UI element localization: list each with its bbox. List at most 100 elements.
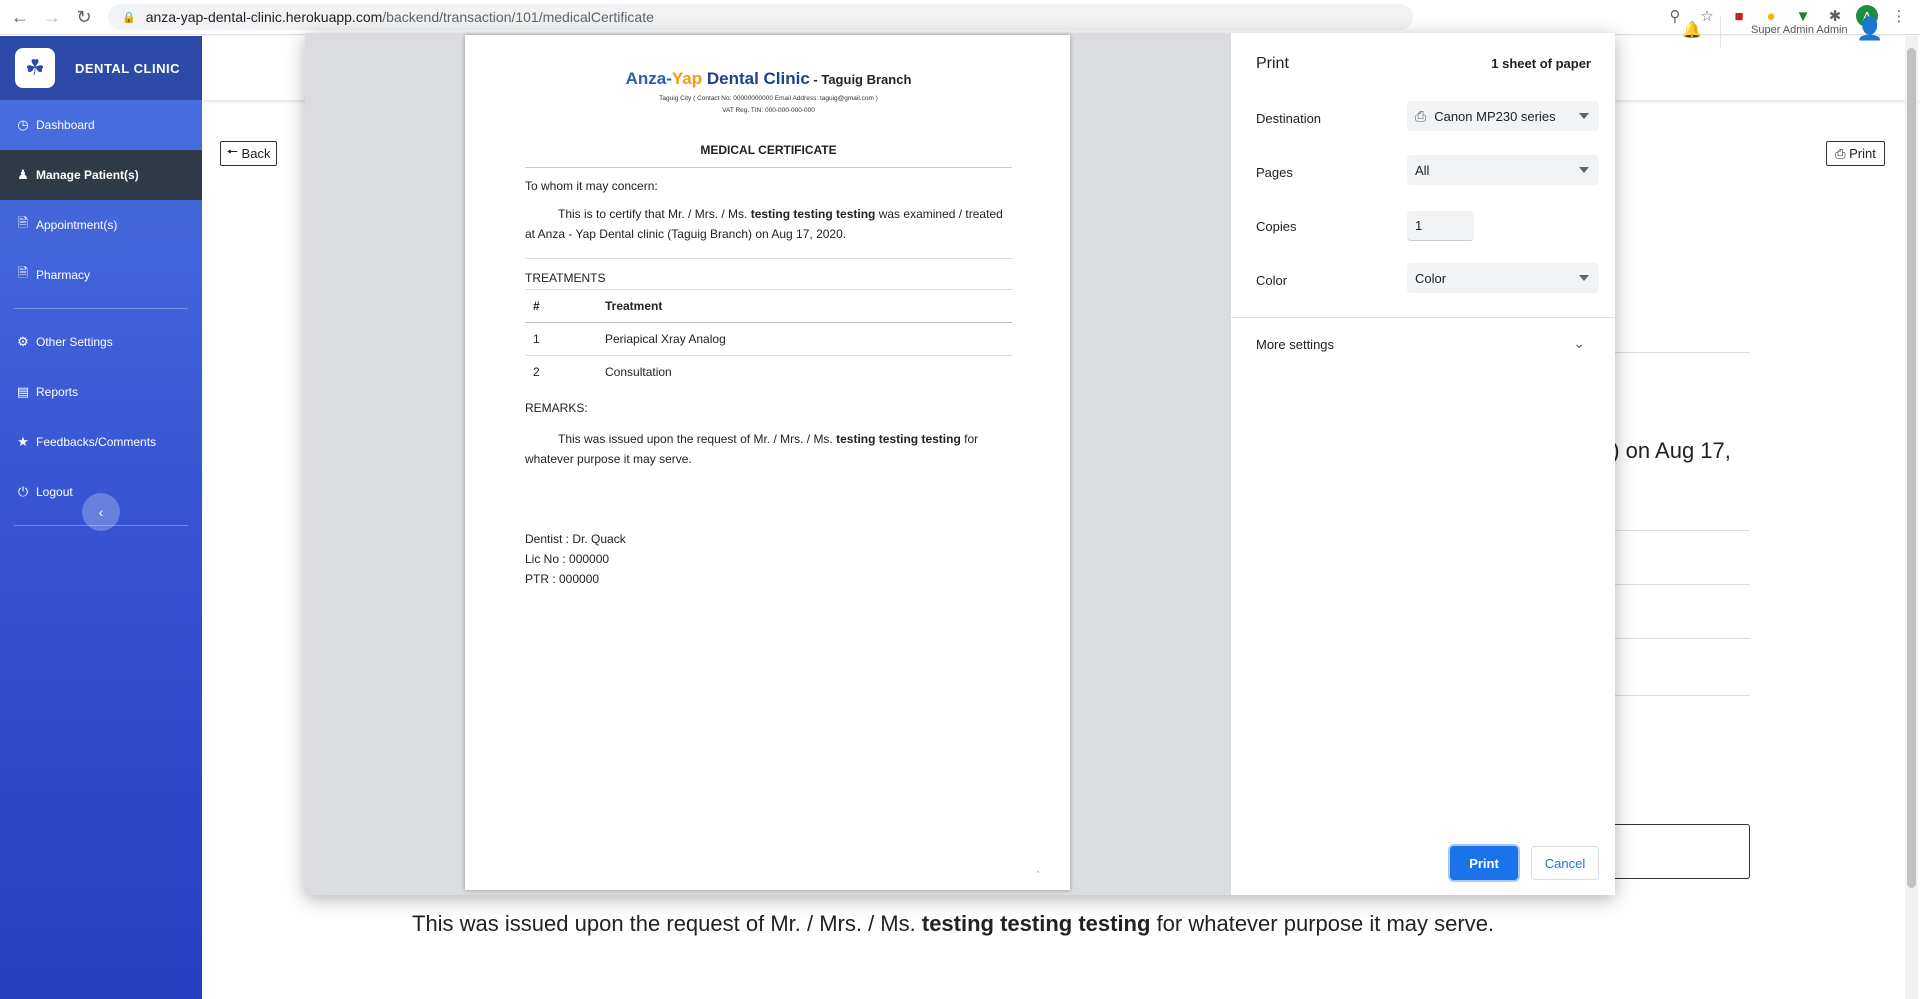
printer-icon: ⎙ (1835, 145, 1846, 161)
chevron-left-icon: ‹ (98, 504, 104, 520)
background-remarks-text: This was issued upon the request of Mr. … (412, 911, 1495, 936)
medical-certificate: Anza-Yap Dental Clinic - Taguig Branch T… (525, 69, 1012, 589)
destination-value: Canon MP230 series (1434, 108, 1556, 124)
dropdown-caret-icon (1579, 167, 1589, 173)
sidebar-item-label: Reports (36, 385, 79, 399)
divider (1615, 638, 1750, 639)
chevron-down-icon[interactable]: ⌄ (1573, 335, 1585, 352)
page-print-label: Print (1849, 146, 1876, 161)
tooth-logo-icon: ☘ (15, 48, 55, 88)
print-preview-page: Anza-Yap Dental Clinic - Taguig Branch T… (465, 35, 1070, 890)
sidebar-item-label: Feedbacks/Comments (36, 435, 157, 449)
gears-icon: ⚙ (17, 334, 29, 349)
remarks-paragraph: This was issued upon the request of Mr. … (525, 431, 979, 466)
lock-icon: 🔒 (122, 11, 136, 24)
back-arrow-icon[interactable]: ← (8, 5, 32, 29)
color-select[interactable]: Color (1407, 263, 1599, 293)
star-icon: ★ (17, 434, 29, 449)
column-header: # (525, 289, 597, 323)
table-row: 2 Consultation (525, 355, 1012, 389)
sidebar-item-feedbacks[interactable]: ★ Feedbacks/Comments (0, 417, 202, 467)
printer-icon: ⎙ (1415, 107, 1427, 124)
brand[interactable]: ☘ DENTAL CLINIC (0, 36, 202, 100)
divider (1231, 317, 1615, 318)
table-header-row: # Treatment (525, 289, 1012, 323)
treatment-no: 1 (525, 322, 597, 356)
document-icon: 🗎 (17, 265, 29, 280)
scrollbar-thumb[interactable] (1907, 48, 1916, 888)
sheet-count: 1 sheet of paper (1491, 56, 1591, 71)
treatment-name: Periapical Xray Analog (597, 322, 1012, 356)
url-path: /backend/transaction/101/medicalCertific… (382, 9, 654, 25)
browser-menu-icon[interactable]: ⋮ (1888, 5, 1910, 27)
reload-icon[interactable]: ↻ (72, 5, 96, 29)
document-icon: 🗎 (17, 215, 29, 230)
address-bar[interactable]: 🔒 anza-yap-dental-clinic.herokuapp.com/b… (108, 4, 1413, 30)
divider (525, 258, 1012, 259)
dropdown-caret-icon (1579, 113, 1589, 119)
destination-select[interactable]: ⎙ Canon MP230 series (1407, 101, 1599, 131)
extension-shield-icon[interactable]: ■ (1728, 5, 1750, 27)
copies-input[interactable]: 1 (1407, 211, 1474, 241)
divider (1615, 352, 1750, 353)
patient-name: testing testing testing (836, 431, 961, 446)
clinic-contact: Taguig City ( Contact No: 00000000000 Em… (659, 95, 878, 114)
certificate-heading: MEDICAL CERTIFICATE (525, 143, 1012, 168)
report-icon: ▤ (16, 384, 30, 399)
clinic-name: Anza-Yap Dental Clinic - Taguig Branch (625, 69, 912, 88)
treatment-no: 2 (525, 355, 597, 389)
sidebar-item-pharmacy[interactable]: 🗎 Pharmacy (0, 250, 202, 300)
treatment-name: Consultation (597, 355, 1012, 389)
sidebar-item-label: Other Settings (36, 335, 113, 349)
ptr-number: PTR : 000000 (525, 571, 600, 586)
divider (1615, 584, 1750, 585)
divider (1615, 695, 1750, 696)
divider (1615, 530, 1750, 531)
bell-icon[interactable]: 🔔 (1682, 20, 1702, 40)
sidebar-item-label: Appointment(s) (36, 218, 118, 232)
sidebar-item-label: Dashboard (36, 118, 95, 132)
sidebar-item-other-settings[interactable]: ⚙ Other Settings (0, 317, 202, 367)
column-header: Treatment (597, 289, 1012, 323)
sidebar-item-dashboard[interactable]: ◷ Dashboard (0, 100, 202, 150)
forward-arrow-icon[interactable]: → (40, 5, 64, 29)
sidebar-divider (14, 308, 188, 309)
brand-name: DENTAL CLINIC (75, 60, 180, 76)
pages-select[interactable]: All (1407, 155, 1599, 185)
cancel-button[interactable]: Cancel (1531, 846, 1599, 880)
sidebar-item-appointments[interactable]: 🗎 Appointment(s) (0, 200, 202, 250)
sidebar-collapse-button[interactable]: ‹ (82, 493, 120, 531)
page-print-button[interactable]: ⎙ Print (1826, 141, 1885, 166)
print-dialog: Anza-Yap Dental Clinic - Taguig Branch T… (305, 33, 1615, 895)
pages-label: Pages (1256, 165, 1293, 180)
dropdown-caret-icon (1579, 275, 1589, 281)
back-button[interactable]: 🠔 Back (220, 141, 277, 166)
user-avatar-icon[interactable]: 👤 (1856, 16, 1883, 42)
destination-label: Destination (1256, 111, 1322, 126)
color-label: Color (1256, 273, 1288, 288)
browser-toolbar: ← → ↻ 🔒 anza-yap-dental-clinic.herokuapp… (0, 0, 1920, 35)
treatments-table: # Treatment 1 Periapical Xray Analog 2 C… (525, 289, 1012, 389)
sidebar-item-manage-patients[interactable]: ♟ Manage Patient(s) (0, 150, 202, 200)
print-button[interactable]: Print (1450, 846, 1518, 880)
print-dialog-title: Print (1256, 55, 1289, 72)
page-mark: , (1037, 865, 1040, 874)
sidebar-item-reports[interactable]: ▤ Reports (0, 367, 202, 417)
copies-label: Copies (1256, 219, 1297, 234)
back-button-label: Back (241, 146, 271, 161)
user-name[interactable]: Super Admin Admin (1751, 24, 1848, 36)
pages-value: All (1415, 162, 1430, 178)
page-scrollbar[interactable] (1905, 36, 1918, 999)
patient-name: testing testing testing (921, 911, 1151, 936)
table-row: 1 Periapical Xray Analog (525, 322, 1012, 356)
dashboard-icon: ◷ (17, 117, 29, 132)
more-settings-toggle[interactable]: More settings (1256, 337, 1334, 352)
arrow-left-icon: 🠔 (226, 143, 238, 159)
url-host: anza-yap-dental-clinic.herokuapp.com (145, 9, 383, 25)
license-number: Lic No : 000000 (525, 551, 610, 566)
print-settings-panel: Print 1 sheet of paper Destination ⎙ Can… (1231, 33, 1615, 895)
background-certificate-text: h) on Aug 17, (1600, 438, 1731, 463)
header-divider (1720, 16, 1721, 48)
color-value: Color (1415, 270, 1447, 286)
patient-name: testing testing testing (750, 207, 876, 221)
